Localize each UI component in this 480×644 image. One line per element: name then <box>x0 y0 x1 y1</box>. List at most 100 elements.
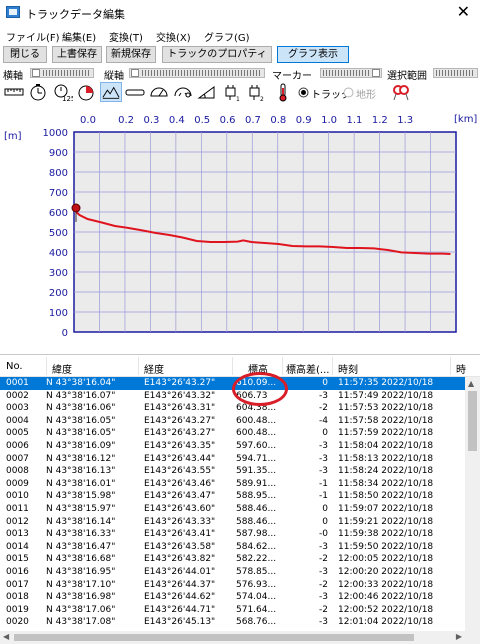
radio-terrain-label: 地形 <box>356 90 376 101</box>
cell-no: 0018 <box>6 592 29 603</box>
table-row[interactable]: 0020 N 43°38'17.08" E143°26'45.13" 568.76..… <box>0 616 465 629</box>
table-row[interactable]: 0007 N 43°38'16.12" E143°26'43.44" 594.71..… <box>0 453 465 466</box>
cell-latitude: N 43°38'16.09" <box>46 440 116 451</box>
elevation-chart[interactable]: [m] [km] 1000 900 800 700 600 500 400 300 200 100 0 0… <box>0 108 480 352</box>
gauge-icon[interactable] <box>172 82 194 102</box>
table-row[interactable]: 0006 N 43°38'16.09" E143°26'43.35" 597.60..… <box>0 440 465 453</box>
cell-time: 11:58:04 2022/10/18 <box>338 440 434 451</box>
table-row[interactable]: 0017 N 43°38'17.10" E143°26'44.37" 576.93..… <box>0 579 465 592</box>
elevation-profile-icon[interactable] <box>100 82 122 102</box>
horizontal-scroll-thumb[interactable] <box>14 634 414 641</box>
window-title: トラックデータ編集 <box>26 8 125 21</box>
cell-elevation: 576.93... <box>236 579 277 590</box>
radio-track-selected[interactable] <box>298 87 309 98</box>
y-tick-label: 200 <box>49 288 68 299</box>
cell-latitude: N 43°38'16.06" <box>46 403 116 414</box>
cell-no: 0017 <box>6 579 29 590</box>
command-toolbar: 閉じる 上書保存 新規保存 トラックのプロパティ グラフ表示 <box>0 45 480 65</box>
cell-longitude: E143°26'43.47" <box>144 491 216 502</box>
speed-bar-icon[interactable] <box>124 82 146 102</box>
cell-longitude: E143°26'43.33" <box>144 516 216 527</box>
x-tick-label: 0.6 <box>220 115 236 126</box>
save-new-button[interactable]: 新規保存 <box>106 46 156 63</box>
table-row[interactable]: 0009 N 43°38'16.01" E143°26'43.46" 589.91..… <box>0 478 465 491</box>
menu-graph[interactable]: グラフ(G) <box>204 29 250 44</box>
clock-icon[interactable] <box>27 82 49 102</box>
vertical-axis-slider[interactable] <box>129 68 265 78</box>
cell-longitude: E143°26'44.62" <box>144 592 216 603</box>
column-header-longitude[interactable]: 経度 <box>144 361 164 376</box>
table-row[interactable]: 0008 N 43°38'16.13" E143°26'43.55" 591.35..… <box>0 465 465 478</box>
app-icon <box>6 6 20 18</box>
column-header-no[interactable]: No. <box>6 361 23 372</box>
cell-elevation-diff: -3 <box>319 440 328 451</box>
scroll-right-icon[interactable]: ▶ <box>456 632 462 641</box>
menu-edit[interactable]: 編集(E) <box>62 29 96 44</box>
table-row[interactable]: 0010 N 43°38'15.98" E143°26'43.47" 588.95..… <box>0 490 465 503</box>
cell-elevation-diff: -3 <box>319 617 328 628</box>
y-tick-label: 0 <box>62 328 68 339</box>
cell-elevation-diff: -2 <box>319 604 328 615</box>
column-header-time-2[interactable]: 時 <box>456 361 466 376</box>
speedometer-icon[interactable] <box>148 82 170 102</box>
pie-clock-icon[interactable] <box>75 82 97 102</box>
marker-slider[interactable] <box>320 68 382 78</box>
table-row[interactable]: 0004 N 43°38'16.05" E143°26'43.27" 600.48..… <box>0 415 465 428</box>
scroll-left-icon[interactable]: ◀ <box>3 632 9 641</box>
vertical-scrollbar[interactable]: ▲ <box>465 377 480 631</box>
column-header-elevation-diff[interactable]: 標高差(... <box>286 361 329 376</box>
plug-2-icon[interactable]: 2 <box>245 82 267 102</box>
cell-no: 0014 <box>6 541 29 552</box>
table-row[interactable]: 0019 N 43°38'17.06" E143°26'44.71" 571.64..… <box>0 604 465 617</box>
scroll-up-icon[interactable]: ▲ <box>468 379 474 388</box>
plug-1-icon[interactable]: 1 <box>221 82 243 102</box>
cell-latitude: N 43°38'16.05" <box>46 428 116 439</box>
table-row[interactable]: 0003 N 43°38'16.06" E143°26'43.31" 604.38..… <box>0 402 465 415</box>
overwrite-save-button[interactable]: 上書保存 <box>52 46 102 63</box>
table-row[interactable]: 0012 N 43°38'16.14" E143°26'43.33" 588.46..… <box>0 516 465 529</box>
table-row[interactable]: 0011 N 43°38'15.97" E143°26'43.60" 588.46..… <box>0 503 465 516</box>
menu-bar: ファイル(F) 編集(E) 変換(T) 交換(X) グラフ(G) <box>0 26 480 44</box>
cell-elevation-diff: -2 <box>319 579 328 590</box>
cell-elevation: 571.64... <box>236 604 277 615</box>
track-properties-button[interactable]: トラックのプロパティ <box>162 46 272 63</box>
map-marker-icon[interactable] <box>390 82 412 102</box>
selection-range-slider[interactable] <box>433 68 478 78</box>
cell-elevation: 584.62... <box>236 541 277 552</box>
menu-convert[interactable]: 変換(T) <box>109 29 143 44</box>
stopwatch-125-icon[interactable]: 125 <box>51 82 73 102</box>
table-row[interactable]: 0014 N 43°38'16.47" E143°26'43.58" 584.62..… <box>0 541 465 554</box>
vertical-scroll-thumb[interactable] <box>468 391 477 451</box>
table-body: 0001 N 43°38'16.04" E143°26'43.27" 610.09..… <box>0 377 465 631</box>
radio-terrain[interactable] <box>343 87 354 98</box>
table-row[interactable]: 0013 N 43°38'16.33" E143°26'43.41" 587.98..… <box>0 528 465 541</box>
cell-no: 0007 <box>6 453 29 464</box>
table-row[interactable]: 0016 N 43°38'16.95" E143°26'44.01" 578.85..… <box>0 566 465 579</box>
thermometer-icon[interactable] <box>272 82 294 102</box>
cell-longitude: E143°26'43.46" <box>144 478 216 489</box>
column-header-time[interactable]: 時刻 <box>338 361 358 376</box>
cell-elevation-diff: -3 <box>319 592 328 603</box>
cell-elevation: 578.85... <box>236 566 277 577</box>
horizontal-scrollbar[interactable]: ◀ ▶ <box>0 631 465 644</box>
cell-longitude: E143°26'43.27" <box>144 428 216 439</box>
cell-latitude: N 43°38'16.33" <box>46 529 116 540</box>
close-button[interactable]: 閉じる <box>3 46 47 63</box>
slope-icon[interactable] <box>196 82 218 102</box>
horizontal-axis-slider[interactable] <box>30 68 94 78</box>
menu-file[interactable]: ファイル(F) <box>6 29 60 44</box>
cell-elevation-diff: -4 <box>319 415 328 426</box>
x-tick-label: 1.1 <box>346 115 362 126</box>
table-row[interactable]: 0005 N 43°38'16.05" E143°26'43.27" 600.48..… <box>0 427 465 440</box>
column-header-latitude[interactable]: 緯度 <box>52 361 72 376</box>
table-row[interactable]: 0018 N 43°38'16.98" E143°26'44.62" 574.04..… <box>0 591 465 604</box>
ruler-icon[interactable] <box>3 82 25 102</box>
cell-elevation-diff: -3 <box>319 566 328 577</box>
close-window-button[interactable]: ✕ <box>457 2 470 21</box>
cell-latitude: N 43°38'16.95" <box>46 566 116 577</box>
cell-no: 0016 <box>6 566 29 577</box>
menu-exchange[interactable]: 交換(X) <box>156 29 191 44</box>
y-tick-label: 700 <box>49 188 68 199</box>
table-row[interactable]: 0015 N 43°38'16.68" E143°26'43.82" 582.22..… <box>0 553 465 566</box>
graph-display-button[interactable]: グラフ表示 <box>277 46 349 63</box>
